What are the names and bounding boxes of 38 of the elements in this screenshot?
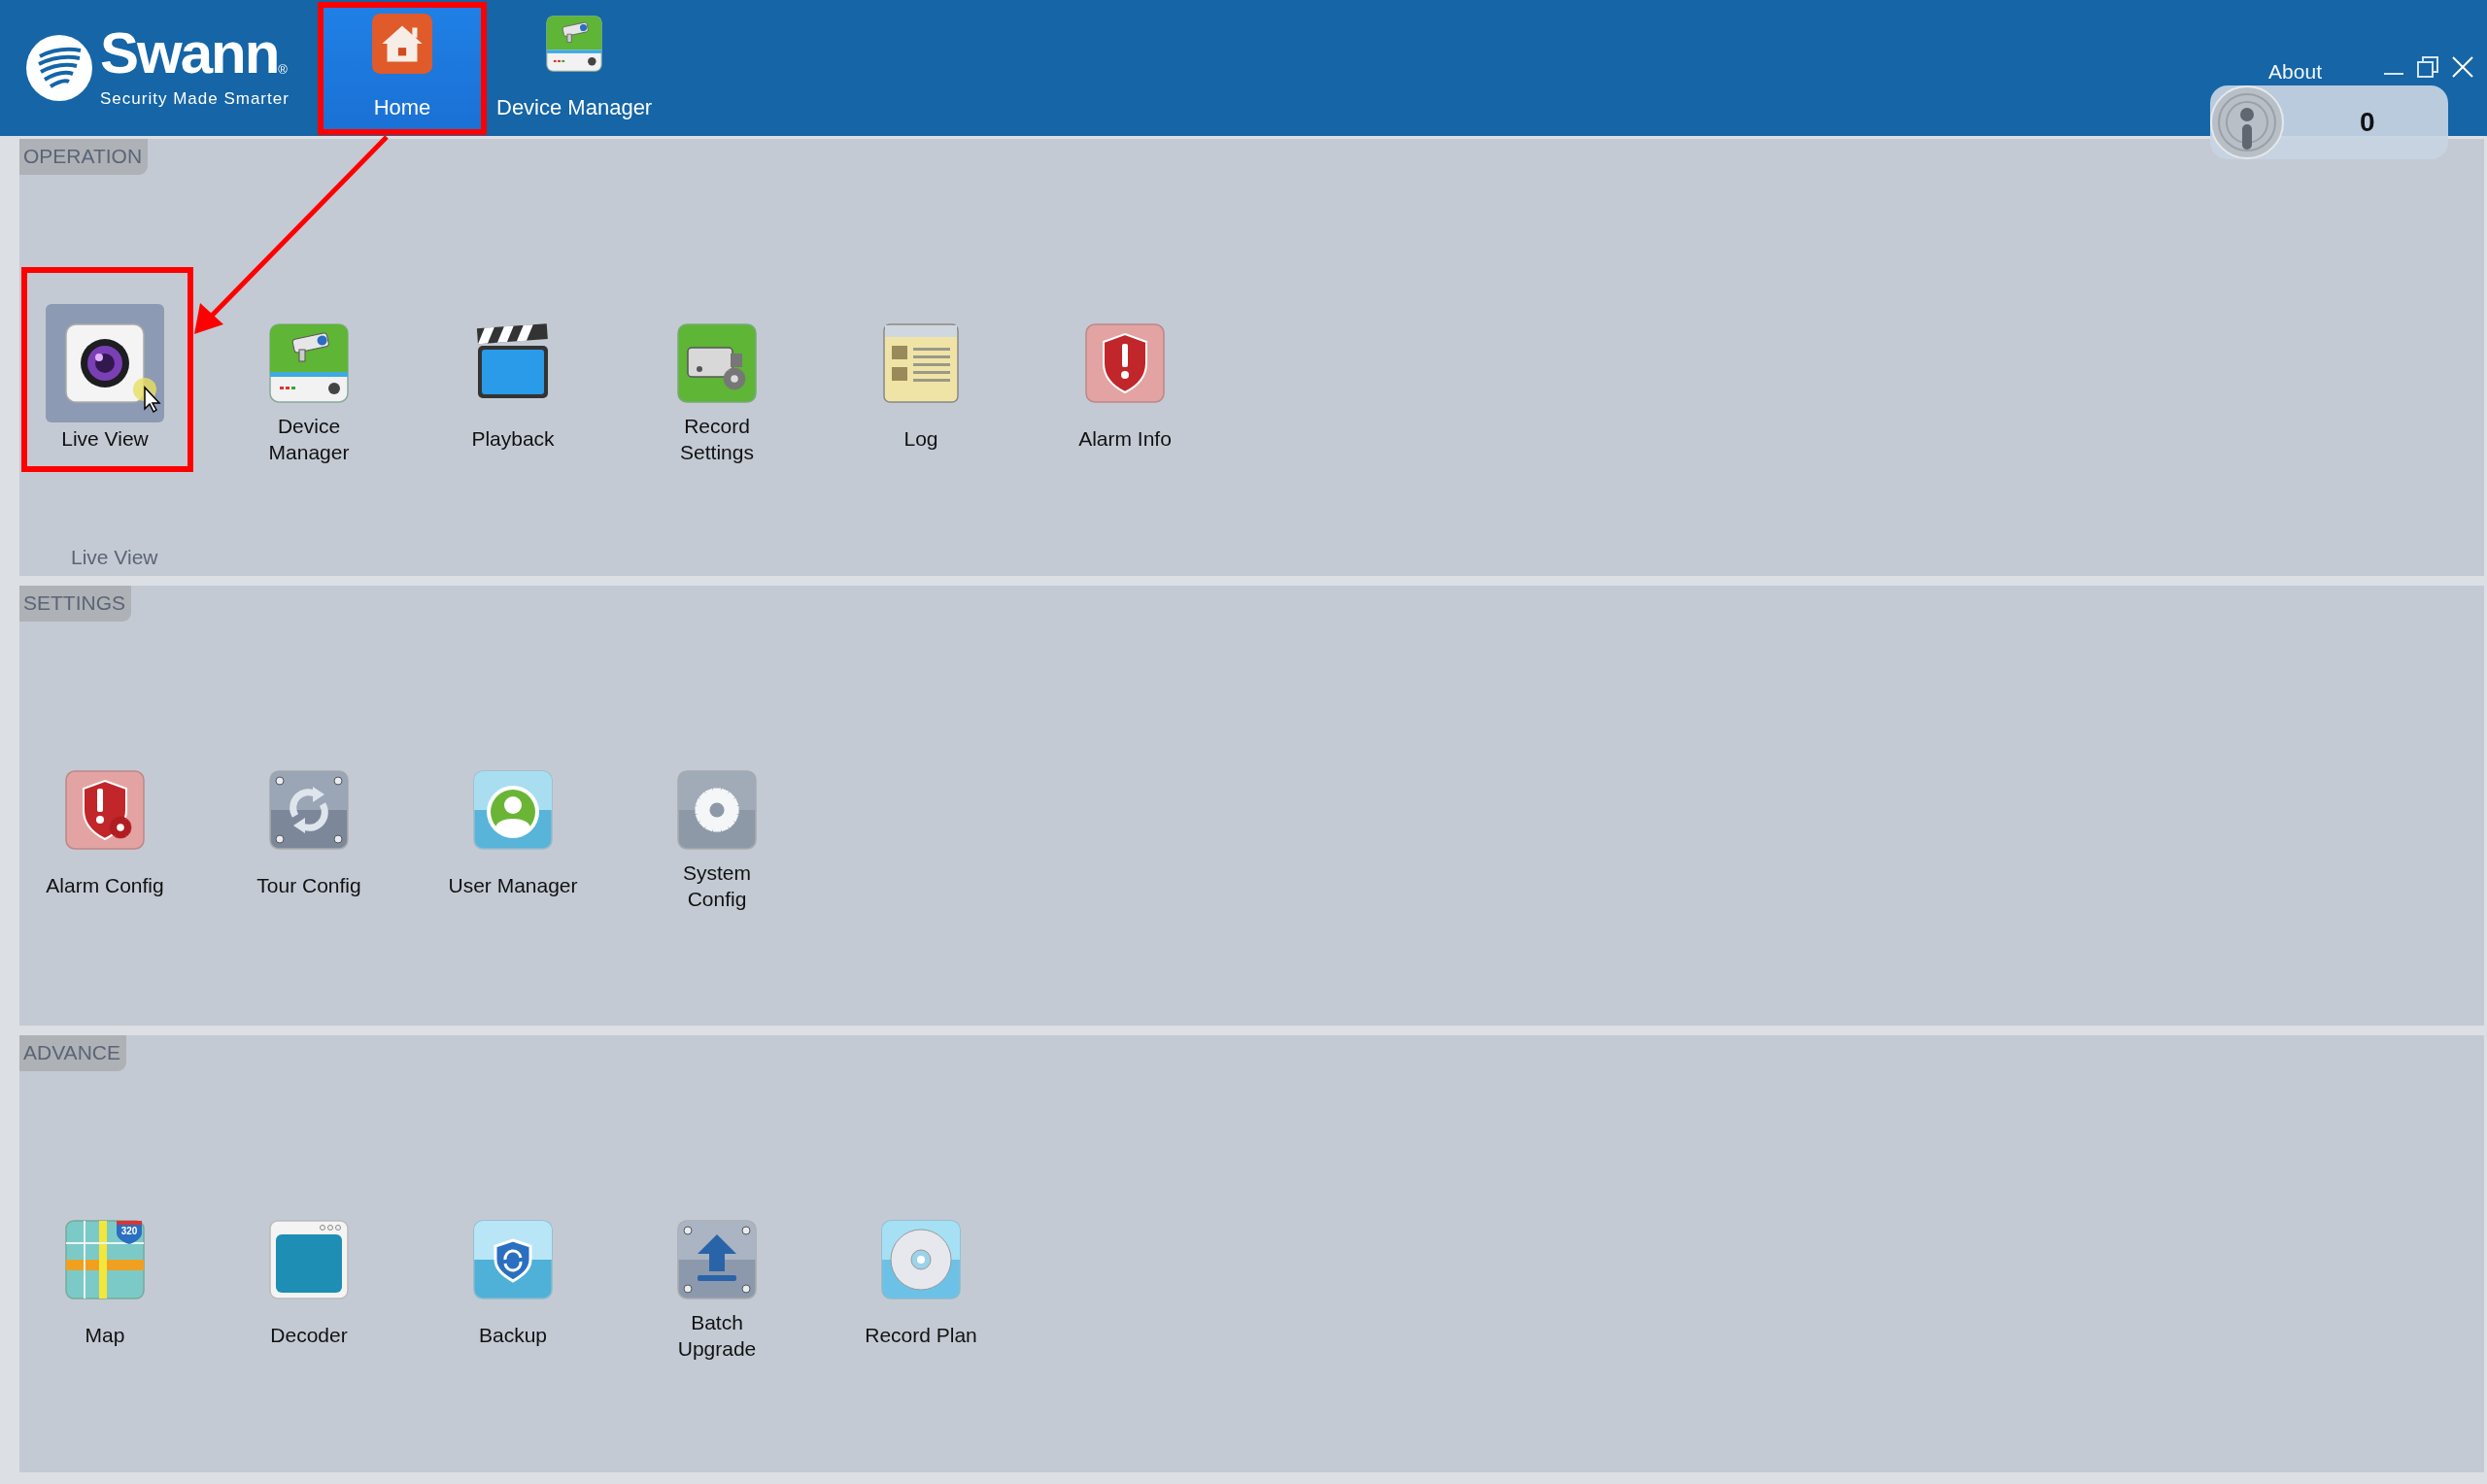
app-tile[interactable]: Alarm Config [19,750,190,916]
minimize-button[interactable] [2384,72,2403,76]
close-icon [2452,56,2473,78]
app-tile[interactable]: Record Settings [631,303,802,469]
nav-tab[interactable]: Device Manager [487,5,663,133]
house-icon [372,14,432,74]
about-link[interactable]: About [2268,56,2322,87]
status-text: Live View [71,544,159,570]
app-tile[interactable]: Device Manager [223,303,394,469]
app-tile[interactable]: Log [835,303,1006,469]
app-tile[interactable]: Tour Config [223,750,394,916]
app-tile[interactable]: System Config [631,750,802,916]
app-tile[interactable]: Decoder [223,1199,394,1366]
section-title: ADVANCE [19,1035,126,1071]
close-button[interactable] [2452,56,2473,78]
tagline: Security Made Smarter [100,88,290,111]
app-tile[interactable]: 320 Map [19,1199,190,1366]
registered-mark: ® [278,61,288,79]
route-number: 320 [120,1225,138,1236]
minimize-icon [2384,72,2403,76]
section-title: SETTINGS [19,586,131,622]
surveillance-camera-icon [544,14,605,74]
restore-button[interactable] [2417,56,2438,78]
app-tile[interactable]: Batch Upgrade [631,1199,802,1366]
logo-icon [26,35,92,101]
restore-icon [2417,56,2438,78]
app-tile[interactable]: Playback [427,303,598,469]
cursor-icon [133,377,162,413]
section-title: OPERATION [19,139,149,175]
microphone-icon [2210,85,2284,159]
app-tile[interactable]: User Manager [427,750,598,916]
alarm-count: 0 [2360,106,2375,139]
map-icon [65,1219,145,1299]
brand-name: Swann [100,24,279,84]
app-tile[interactable]: Alarm Info [1039,303,1210,469]
app-tile[interactable]: Live View [19,303,190,469]
app-tile[interactable]: Backup [427,1199,598,1366]
app-tile[interactable]: Record Plan [835,1199,1006,1366]
